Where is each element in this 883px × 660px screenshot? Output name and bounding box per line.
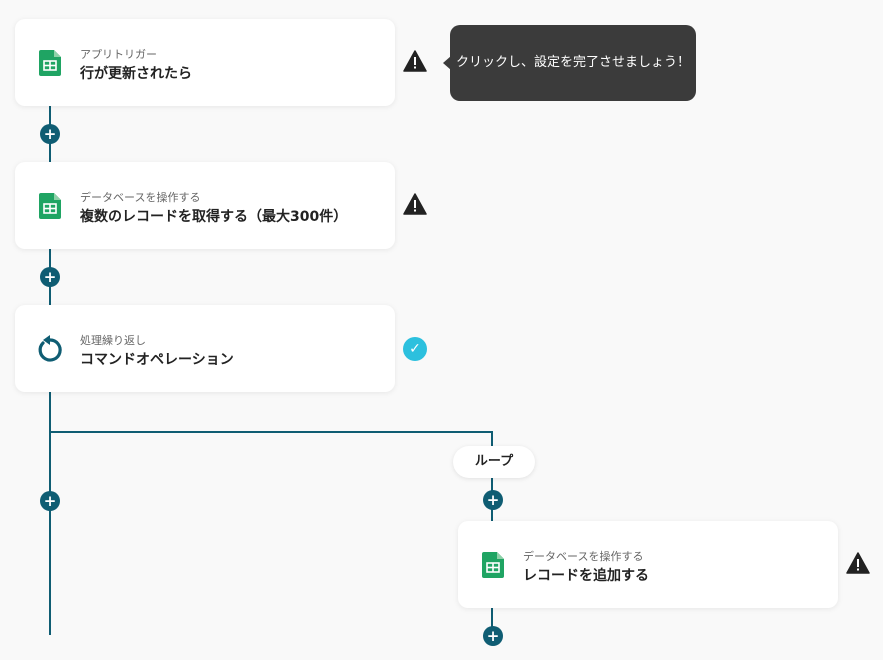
- google-sheets-icon: [39, 50, 61, 76]
- add-step-button[interactable]: +: [40, 124, 60, 144]
- warning-icon[interactable]: [403, 193, 427, 215]
- step-title: 行が更新されたら: [80, 66, 192, 82]
- add-step-button[interactable]: +: [40, 491, 60, 511]
- step-subtitle: データベースを操作する: [80, 191, 201, 204]
- step-title: レコードを追加する: [523, 568, 649, 584]
- warning-icon[interactable]: [846, 552, 870, 574]
- google-sheets-icon: [482, 552, 504, 578]
- connector-line-branch-horizontal: [49, 431, 493, 433]
- step-subtitle: データベースを操作する: [523, 550, 644, 563]
- add-step-button[interactable]: +: [483, 626, 503, 646]
- google-sheets-icon: [39, 193, 61, 219]
- flow-step-card[interactable]: 処理繰り返し コマンドオペレーション: [15, 305, 395, 392]
- step-subtitle: 処理繰り返し: [80, 334, 146, 347]
- step-title: コマンドオペレーション: [80, 352, 234, 368]
- warning-icon[interactable]: [403, 50, 427, 72]
- connector-line-branch-corner: [491, 431, 493, 447]
- setup-tooltip: クリックし、設定を完了させましょう！: [443, 25, 696, 101]
- loop-label: ループ: [453, 446, 535, 478]
- add-step-button[interactable]: +: [40, 267, 60, 287]
- step-title: 複数のレコードを取得する（最大300件）: [80, 209, 348, 225]
- flow-step-card[interactable]: データベースを操作する レコードを追加する: [458, 521, 838, 608]
- step-subtitle: アプリトリガー: [80, 48, 157, 61]
- flow-step-card[interactable]: データベースを操作する 複数のレコードを取得する（最大300件）: [15, 162, 395, 249]
- check-icon: ✓: [403, 337, 427, 361]
- add-step-button[interactable]: +: [483, 490, 503, 510]
- loop-icon: [37, 335, 63, 363]
- flow-step-card[interactable]: アプリトリガー 行が更新されたら: [15, 19, 395, 106]
